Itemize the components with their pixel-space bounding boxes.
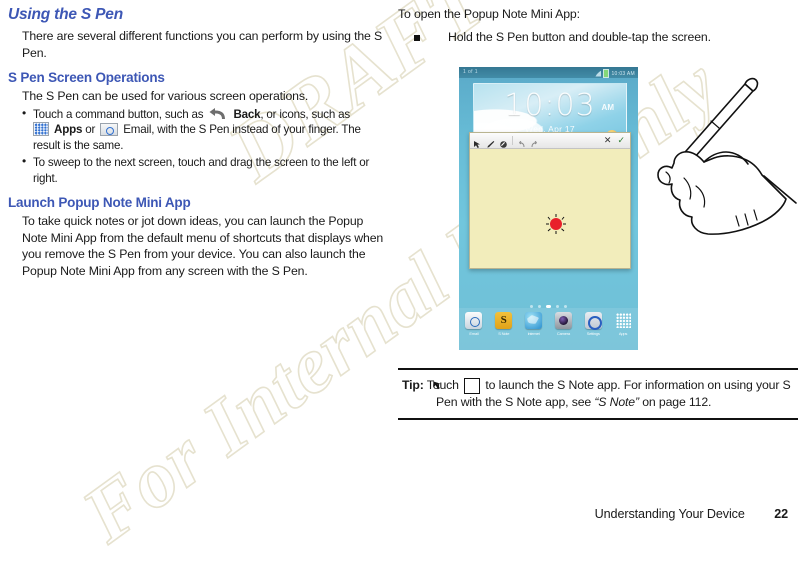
email-label: Email <box>123 123 152 137</box>
s-note-glyph <box>495 312 513 329</box>
internet-glyph <box>525 312 543 329</box>
page-title: Using the S Pen <box>8 6 123 23</box>
apps-label: Apps <box>54 123 83 137</box>
apps-icon <box>33 122 49 137</box>
tip-block: Tip: Touch to launch the S Note app. For… <box>398 368 798 420</box>
right-column: To open the Popup Note Mini App: Hold th… <box>398 0 798 420</box>
back-icon <box>208 107 228 121</box>
bullet-text: To sweep to the next screen, touch and d… <box>33 156 370 185</box>
popup-note-paragraph: To take quick notes or jot down ideas, y… <box>22 214 384 278</box>
list-item: Touch a command button, such as Back, or… <box>22 106 388 154</box>
bullet-text-part2: , or icons, such as <box>260 107 351 121</box>
tip-text-tail: on page 112. <box>642 395 712 409</box>
section-heading-popup-note: Launch Popup Note Mini App <box>8 195 191 211</box>
settings-glyph <box>584 312 603 330</box>
section-heading-screen-operations: S Pen Screen Operations <box>8 70 165 85</box>
dock-label: Apps <box>618 331 628 336</box>
eraser-icon[interactable] <box>499 136 508 148</box>
dock-label: Camera <box>556 331 570 336</box>
select-arrow-icon[interactable] <box>473 136 482 148</box>
left-column: Using the S Pen There are several differ… <box>8 0 388 281</box>
settings-app-icon[interactable]: Settings <box>580 312 606 336</box>
footer-title: Understanding Your Device <box>594 507 745 521</box>
toolbar-divider <box>512 136 513 145</box>
bullet-text-part4: , with the S Pen instead of your finger.… <box>33 123 361 152</box>
list-item: To sweep to the next screen, touch and d… <box>22 154 388 186</box>
list-item: Hold the S Pen button and double-tap the… <box>414 29 798 46</box>
status-bar-left-text: 1 of 1 <box>463 69 478 75</box>
dock-label: Settings <box>586 331 600 336</box>
tip-reference: “S Note” <box>594 395 639 409</box>
back-label: Back <box>233 107 261 121</box>
dock-label: S Note <box>498 331 510 336</box>
hand-holding-s-pen-illustration <box>586 58 798 243</box>
email-glyph <box>465 312 483 329</box>
popup-tool-group-left <box>473 136 539 148</box>
open-popup-intro: To open the Popup Note Mini App: <box>398 7 580 21</box>
footer-page-number: 22 <box>774 507 788 521</box>
bullet-text-part3: or <box>85 123 96 137</box>
email-app-icon[interactable]: Email <box>461 312 487 336</box>
camera-app-icon[interactable]: Camera <box>550 312 576 336</box>
apps-grid-glyph <box>615 312 632 329</box>
undo-icon[interactable] <box>517 136 526 148</box>
intro-paragraph: There are several different functions yo… <box>22 29 383 60</box>
dock-label: Email <box>469 331 479 336</box>
screen-operations-list: Touch a command button, such as Back, or… <box>8 106 388 187</box>
open-popup-steps: Hold the S Pen button and double-tap the… <box>398 29 798 46</box>
s-note-icon <box>433 378 481 394</box>
email-icon <box>100 123 119 137</box>
tip-content: Tip: Touch to launch the S Note app. For… <box>398 370 798 418</box>
red-tap-burst <box>545 213 567 235</box>
tip-bottom-rule <box>398 417 798 420</box>
camera-glyph <box>554 312 572 329</box>
page-footer: Understanding Your Device 22 <box>0 507 804 521</box>
section-intro-paragraph: The S Pen can be used for various screen… <box>22 89 309 103</box>
s-pen-double-tap-figure: 1 of 1 10:03 AM 10:03 AM Wed, Apr 17 ✕ ✓… <box>451 58 798 354</box>
apps-drawer-icon[interactable]: Apps <box>610 312 636 336</box>
tip-label: Tip: <box>402 378 424 392</box>
dock-label: Internet <box>527 331 540 336</box>
pen-icon[interactable] <box>486 136 495 148</box>
s-note-app-icon[interactable]: S Note <box>491 312 517 336</box>
bullet-text-part1: Touch a command button, such as <box>33 107 204 121</box>
tablet-dock: Email S Note Internet Camera Settings <box>459 308 638 350</box>
redo-icon[interactable] <box>530 136 539 148</box>
internet-app-icon[interactable]: Internet <box>521 312 547 336</box>
